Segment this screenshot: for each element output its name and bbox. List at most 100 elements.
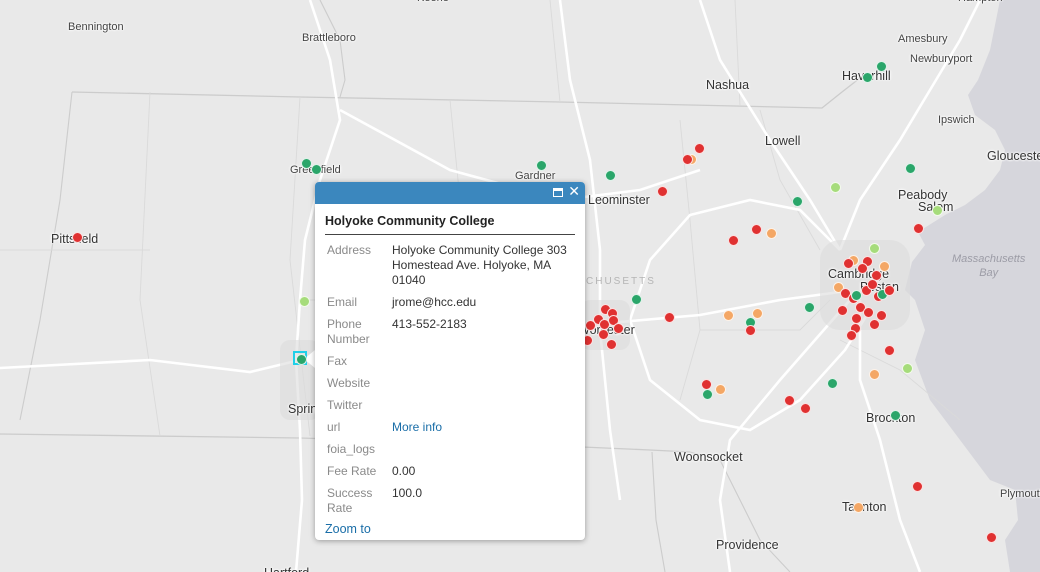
selected-map-point[interactable] <box>296 354 307 365</box>
map-point-orange[interactable] <box>766 228 777 239</box>
map-point-red[interactable] <box>606 339 617 350</box>
city-label: Hampton <box>958 0 1003 4</box>
city-label: Amesbury <box>898 33 948 45</box>
map-point-green[interactable] <box>890 410 901 421</box>
attribute-row: Phone Number 413-552-2183 <box>324 315 580 352</box>
map-point-red[interactable] <box>728 235 739 246</box>
map-point-lightgreen[interactable] <box>869 243 880 254</box>
attribute-row: url More info <box>324 418 580 440</box>
city-label: Nashua <box>706 78 750 92</box>
attribute-value: 100.0 <box>392 486 423 500</box>
map-point-green[interactable] <box>804 302 815 313</box>
attribute-row: Twitter <box>324 396 580 418</box>
attribute-row: Address Holyoke Community College 303 Hom… <box>324 241 580 293</box>
map-point-red[interactable] <box>751 224 762 235</box>
map-point-red[interactable] <box>745 325 756 336</box>
attribute-label: Twitter <box>327 398 363 412</box>
map-point-orange[interactable] <box>869 369 880 380</box>
map-point-orange[interactable] <box>723 310 734 321</box>
map-point-lightgreen[interactable] <box>932 205 943 216</box>
city-label: Taunton <box>842 500 887 514</box>
map-point-red[interactable] <box>912 481 923 492</box>
map-point-orange[interactable] <box>879 261 890 272</box>
city-label: Keene <box>417 0 449 4</box>
map-point-green[interactable] <box>862 72 873 83</box>
map-point-red[interactable] <box>884 345 895 356</box>
state-line-ny <box>19 91 73 421</box>
attribute-row: Email jrome@hcc.edu <box>324 293 580 315</box>
map-point-lightgreen[interactable] <box>902 363 913 374</box>
attribute-value <box>389 374 580 396</box>
city-label: Woonsocket <box>674 450 743 464</box>
map-point-red[interactable] <box>913 223 924 234</box>
map-point-red[interactable] <box>598 329 609 340</box>
attribute-label: Email <box>327 295 358 309</box>
city-label: Gloucester <box>987 149 1040 163</box>
attribute-value: jrome@hcc.edu <box>392 295 477 309</box>
map-point-red[interactable] <box>863 307 874 318</box>
maximize-icon[interactable] <box>553 188 563 197</box>
city-label: Ipswich <box>938 114 975 126</box>
attribute-row: Website <box>324 374 580 396</box>
attribute-table: Address Holyoke Community College 303 Hom… <box>324 241 580 521</box>
attribute-label: Fee Rate <box>327 464 377 478</box>
map-point-orange[interactable] <box>715 384 726 395</box>
selected-feature-highlight[interactable] <box>293 351 307 365</box>
map-point-red[interactable] <box>857 263 868 274</box>
map-point-lightgreen[interactable] <box>830 182 841 193</box>
map-point-green[interactable] <box>905 163 916 174</box>
city-label: Gardner <box>515 170 556 182</box>
attribute-value <box>389 396 580 418</box>
attribute-value[interactable]: More info <box>389 418 580 440</box>
map-point-red[interactable] <box>664 312 675 323</box>
attribute-label: Website <box>327 376 371 390</box>
map-point-red[interactable] <box>613 323 624 334</box>
city-label: Lowell <box>765 134 801 148</box>
map-point-red[interactable] <box>657 186 668 197</box>
map-point-green[interactable] <box>876 61 887 72</box>
city-label: Plymouth <box>1000 488 1040 500</box>
map-point-red[interactable] <box>585 320 596 331</box>
zoom-to-link[interactable]: Zoom to <box>325 522 371 536</box>
attribute-label: Fax <box>327 354 348 368</box>
attribute-row: Success Rate 100.0 <box>324 484 580 521</box>
map-point-green[interactable] <box>311 164 322 175</box>
map-point-orange[interactable] <box>853 502 864 513</box>
state-label: CHUSETTS <box>586 276 656 287</box>
map-point-green[interactable] <box>536 160 547 171</box>
map-point-green[interactable] <box>605 170 616 181</box>
map-point-red[interactable] <box>869 319 880 330</box>
state-line-ri <box>651 451 666 572</box>
map-point-green[interactable] <box>792 196 803 207</box>
attribute-label: Address <box>327 243 372 257</box>
attribute-value: Holyoke Community College 303 Homestead … <box>392 243 567 287</box>
water-label: Massachusetts Bay <box>952 253 1026 279</box>
city-label: Hartford <box>264 566 309 572</box>
map-point-red[interactable] <box>986 532 997 543</box>
map-point-red[interactable] <box>846 330 857 341</box>
map-point-red[interactable] <box>784 395 795 406</box>
map-point-red[interactable] <box>884 285 895 296</box>
popup-title: Holyoke Community College <box>325 214 575 235</box>
map-point-green[interactable] <box>827 378 838 389</box>
close-icon[interactable]: ✕ <box>568 185 580 199</box>
popup-header: ✕ <box>315 182 585 204</box>
map-point-green[interactable] <box>702 389 713 400</box>
map-point-green[interactable] <box>631 294 642 305</box>
attribute-label: Success Rate <box>327 486 373 515</box>
attribute-value: 0.00 <box>392 464 416 478</box>
map-point-red[interactable] <box>694 143 705 154</box>
city-label: Brattleboro <box>302 32 356 44</box>
attribute-row: Fax <box>324 352 580 374</box>
map-point-red[interactable] <box>837 305 848 316</box>
map-point-lightgreen[interactable] <box>299 296 310 307</box>
map-point-red[interactable] <box>682 154 693 165</box>
map-point-red[interactable] <box>843 258 854 269</box>
map-point-red[interactable] <box>800 403 811 414</box>
attribute-label: Phone Number <box>327 317 370 346</box>
map-point-red[interactable] <box>72 232 83 243</box>
ocean <box>905 0 1040 572</box>
more-info-link[interactable]: More info <box>392 420 442 434</box>
map-point-red[interactable] <box>867 279 878 290</box>
attribute-row: foia_logs <box>324 440 580 462</box>
